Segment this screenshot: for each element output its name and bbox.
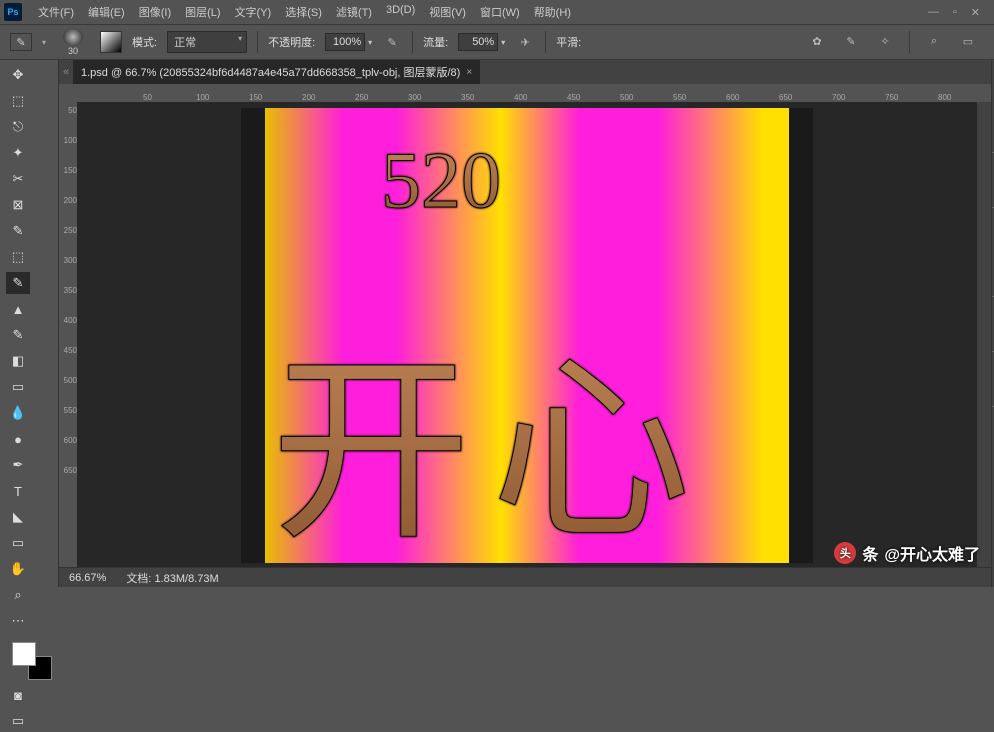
quickmask-icon[interactable]: ◙	[6, 684, 30, 706]
watermark: 头 条 @开心太难了	[834, 541, 980, 565]
maximize-icon[interactable]: ▫	[953, 6, 957, 19]
blur-tool[interactable]: 💧	[6, 402, 30, 424]
brush-settings-icon[interactable]: ✎	[841, 31, 861, 51]
smooth-label: 平滑:	[556, 34, 581, 50]
pressure-opacity-icon[interactable]: ✎	[382, 32, 402, 52]
app-logo: Ps	[4, 3, 22, 21]
scrollbar-vertical[interactable]	[977, 102, 991, 567]
hand-tool[interactable]: ✋	[6, 558, 30, 580]
menu-file[interactable]: 文件(F)	[32, 0, 80, 24]
frame-tool[interactable]: ⊠	[6, 194, 30, 216]
type-tool[interactable]: T	[6, 480, 30, 502]
opacity-input[interactable]	[325, 33, 365, 51]
main-menu: 文件(F) 编辑(E) 图像(I) 图层(L) 文字(Y) 选择(S) 滤镜(T…	[32, 0, 577, 24]
menu-edit[interactable]: 编辑(E)	[82, 0, 131, 24]
mode-label: 模式:	[132, 34, 157, 50]
tool-panel: ✥ ⬚ ⎋ ✦ ✂ ⊠ ✎ ⬚ ✎ ▲ ✎ ◧ ▭ 💧 ● ✒ T ◣ ▭ ✋ …	[0, 60, 59, 587]
close-tab-icon[interactable]: ×	[466, 67, 472, 78]
marquee-tool[interactable]: ⬚	[6, 90, 30, 112]
magic-wand-tool[interactable]: ✦	[6, 142, 30, 164]
menu-image[interactable]: 图像(I)	[133, 0, 177, 24]
menu-window[interactable]: 窗口(W)	[474, 0, 526, 24]
brush-tool[interactable]: ✎	[6, 272, 30, 294]
menu-view[interactable]: 视图(V)	[423, 0, 472, 24]
tab-collapse-icon[interactable]: «	[59, 66, 73, 78]
canvas-area[interactable]: 520 开心	[77, 102, 977, 567]
gradient-tool[interactable]: ▭	[6, 376, 30, 398]
gear-icon[interactable]: ✿	[807, 31, 827, 51]
brush-panel-icon[interactable]	[100, 31, 122, 53]
screenmode-icon[interactable]: ▭	[6, 710, 30, 732]
search-icon[interactable]: ⌕	[924, 31, 944, 51]
close-icon[interactable]: ✕	[971, 6, 980, 19]
ruler-vertical: 50100150200250300350400450500550600650	[59, 102, 77, 567]
eyedropper-tool[interactable]: ✎	[6, 220, 30, 242]
butterfly-icon[interactable]: ✧	[875, 31, 895, 51]
share-icon[interactable]: ▭	[958, 31, 978, 51]
mode-dropdown[interactable]: 正常	[167, 31, 247, 53]
lasso-tool[interactable]: ⎋	[6, 116, 30, 138]
minimize-icon[interactable]: —	[928, 6, 939, 19]
menu-layer[interactable]: 图层(L)	[179, 0, 226, 24]
crop-tool[interactable]: ✂	[6, 168, 30, 190]
airbrush-icon[interactable]: ✈	[515, 32, 535, 52]
opacity-label: 不透明度:	[268, 34, 315, 50]
canvas-text-bottom: 开心	[271, 288, 711, 567]
dodge-tool[interactable]: ●	[6, 428, 30, 450]
path-tool[interactable]: ◣	[6, 506, 30, 528]
document-tab[interactable]: 1.psd @ 66.7% (20855324bf6d4487a4e45a77d…	[73, 60, 480, 84]
zoom-level[interactable]: 66.67%	[69, 572, 106, 584]
brush-preview[interactable]: 30	[56, 28, 90, 56]
ellipsis-icon[interactable]: ⋯	[6, 610, 30, 632]
menu-select[interactable]: 选择(S)	[279, 0, 328, 24]
flow-input[interactable]	[458, 33, 498, 51]
menu-help[interactable]: 帮助(H)	[528, 0, 577, 24]
ruler-horizontal: 5010015020025030035040045050055060065070…	[59, 84, 991, 102]
menu-filter[interactable]: 滤镜(T)	[330, 0, 378, 24]
menu-type[interactable]: 文字(Y)	[229, 0, 278, 24]
zoom-tool[interactable]: ⌕	[6, 584, 30, 606]
doc-size[interactable]: 文档: 1.83M/8.73M	[126, 570, 218, 586]
history-brush-tool[interactable]: ✎	[6, 324, 30, 346]
stamp-tool[interactable]: ▲	[6, 298, 30, 320]
flow-label: 流量:	[423, 34, 448, 50]
eraser-tool[interactable]: ◧	[6, 350, 30, 372]
menu-3d[interactable]: 3D(D)	[380, 0, 421, 24]
canvas-text-top: 520	[381, 136, 501, 227]
color-swatches[interactable]	[12, 642, 52, 680]
patch-tool[interactable]: ⬚	[6, 246, 30, 268]
move-tool[interactable]: ✥	[6, 64, 30, 86]
pen-tool[interactable]: ✒	[6, 454, 30, 476]
shape-tool[interactable]: ▭	[6, 532, 30, 554]
chevron-down-icon[interactable]: ▾	[42, 38, 46, 47]
current-tool-icon[interactable]: ✎	[10, 33, 32, 51]
